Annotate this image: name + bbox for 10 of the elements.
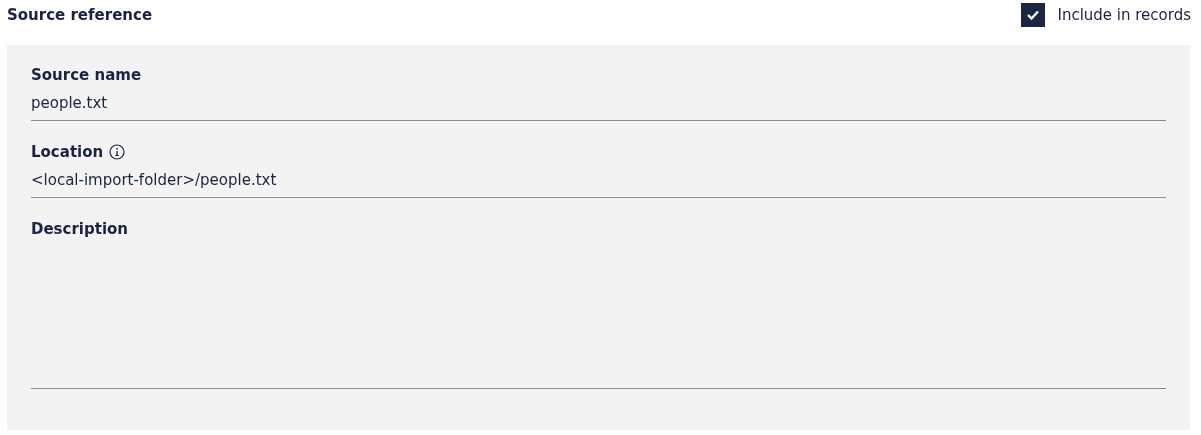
checkmark-icon [1026,9,1041,21]
checkbox-label: Include in records [1057,4,1191,26]
section-title: Source reference [7,4,153,26]
input-field[interactable]: people.txt [31,89,1166,121]
field-label: Location [31,141,104,163]
checkbox[interactable] [1021,3,1046,27]
field-label: Description [31,218,129,240]
field-label: Source name [31,64,142,86]
input-field[interactable]: <local-import-folder>/people.txt [31,166,1166,198]
info-icon[interactable] [109,144,126,160]
